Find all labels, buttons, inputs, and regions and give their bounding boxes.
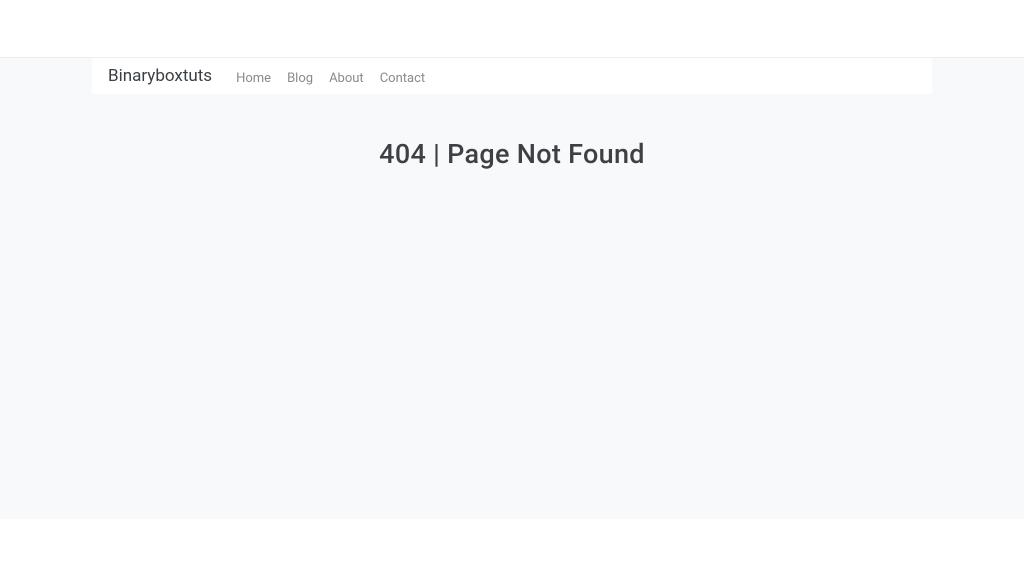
brand-title[interactable]: Binaryboxtuts <box>108 66 212 86</box>
nav-links: Home Blog About Contact <box>228 67 433 86</box>
nav-link-blog[interactable]: Blog <box>279 65 321 92</box>
error-heading: 404 | Page Not Found <box>0 138 1024 170</box>
navbar: Binaryboxtuts Home Blog About Contact <box>92 58 932 94</box>
top-spacer <box>0 0 1024 57</box>
content-area: Binaryboxtuts Home Blog About Contact 40… <box>0 57 1024 519</box>
bottom-spacer <box>0 519 1024 578</box>
nav-link-about[interactable]: About <box>321 65 372 92</box>
nav-link-home[interactable]: Home <box>228 65 279 92</box>
error-container: 404 | Page Not Found <box>0 94 1024 170</box>
nav-link-contact[interactable]: Contact <box>372 65 433 92</box>
